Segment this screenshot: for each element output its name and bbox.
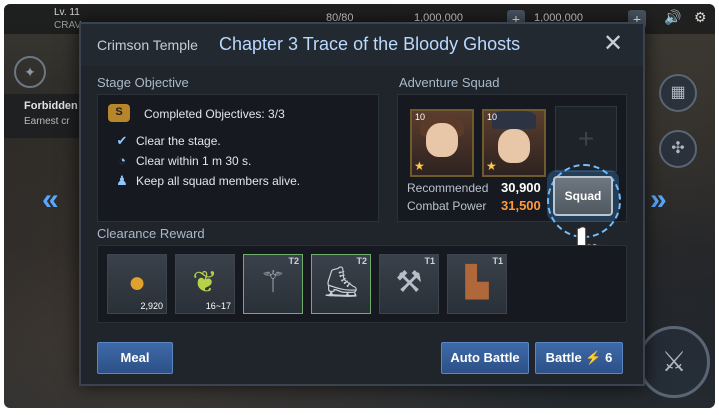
reward-count: 16~17: [205, 301, 231, 311]
attack-icon[interactable]: ⚔: [638, 326, 710, 398]
menu-grid-icon[interactable]: ▦: [659, 74, 697, 112]
reward-item[interactable]: ⛸ T2: [311, 254, 371, 314]
tier-badge: T2: [356, 256, 367, 266]
stage-dialog: Crimson Temple Chapter 3 Trace of the Bl…: [79, 22, 645, 386]
player-name: CRAV: [54, 20, 82, 31]
objective-panel: S Completed Objectives: 3/3 ✔ Clear the …: [97, 94, 379, 222]
next-chapter-arrow-icon[interactable]: »: [650, 185, 667, 215]
quest-title: Forbidden: [24, 100, 78, 112]
dialog-category: Crimson Temple: [97, 37, 198, 53]
objective-item: Clear the stage.: [136, 134, 221, 148]
reward-item[interactable]: ⚚ T2: [243, 254, 303, 314]
clock-icon: ◔: [118, 153, 126, 168]
combat-power-label: Combat Power: [407, 199, 487, 213]
star-icon: ★: [414, 159, 425, 173]
empty-hero-slot[interactable]: +: [555, 106, 617, 172]
objective-item: Clear within 1 m 30 s.: [136, 154, 252, 168]
dialog-title: Chapter 3 Trace of the Bloody Ghosts: [219, 34, 521, 54]
battle-label: Battle: [545, 350, 582, 365]
hero-level: 10: [487, 112, 498, 122]
objective-item: Keep all squad members alive.: [136, 174, 301, 188]
reward-item[interactable]: ● 2,920: [107, 254, 167, 314]
adventure-squad-heading: Adventure Squad: [399, 75, 500, 90]
hero-witch-portrait: [498, 129, 530, 163]
tier-badge: T2: [288, 256, 299, 266]
dialog-header: Crimson Temple Chapter 3 Trace of the Bl…: [81, 24, 643, 66]
battle-cost: 6: [605, 350, 613, 365]
close-icon[interactable]: ✕: [601, 32, 625, 56]
objective-badge-icon: S: [108, 104, 130, 122]
settings-icon[interactable]: ⚙: [694, 9, 707, 26]
hero-knight-portrait: [426, 123, 458, 157]
star-icon: ★: [486, 159, 497, 173]
reward-item[interactable]: ⚒ T1: [379, 254, 439, 314]
quest-subtitle: Earnest cr: [24, 116, 70, 127]
recommended-label: Recommended: [407, 181, 489, 195]
recommended-value: 30,900: [501, 180, 541, 195]
check-icon: ✔: [116, 133, 128, 148]
objectives-header: Completed Objectives: 3/3: [144, 107, 285, 121]
squad-icon: ♟: [116, 173, 128, 188]
hero-slot-2[interactable]: 10 ★: [482, 109, 546, 177]
reward-item[interactable]: ❦ 16~17: [175, 254, 235, 314]
meal-button[interactable]: Meal: [97, 342, 173, 374]
sound-icon[interactable]: 🔊: [664, 9, 681, 26]
stage-objective-heading: Stage Objective: [97, 75, 189, 90]
reward-count: 2,920: [140, 301, 163, 311]
compass-menu-icon[interactable]: ✣: [659, 130, 697, 168]
hero-slot-1[interactable]: 10 ★: [410, 109, 474, 177]
clearance-reward-heading: Clearance Reward: [97, 226, 205, 241]
tier-badge: T1: [492, 256, 503, 266]
player-level: Lv. 11: [54, 7, 80, 18]
squad-button[interactable]: Squad: [553, 176, 613, 216]
auto-battle-button[interactable]: Auto Battle: [441, 342, 529, 374]
prev-chapter-arrow-icon[interactable]: «: [42, 185, 59, 215]
compass-icon[interactable]: ✦: [14, 56, 46, 88]
tier-badge: T1: [424, 256, 435, 266]
reward-item[interactable]: ▙ T1: [447, 254, 507, 314]
combat-power-value: 31,500: [501, 198, 541, 213]
hero-level: 10: [415, 112, 426, 122]
battle-button[interactable]: Battle ⚡ 6: [535, 342, 623, 374]
energy-icon: ⚡: [585, 350, 602, 365]
